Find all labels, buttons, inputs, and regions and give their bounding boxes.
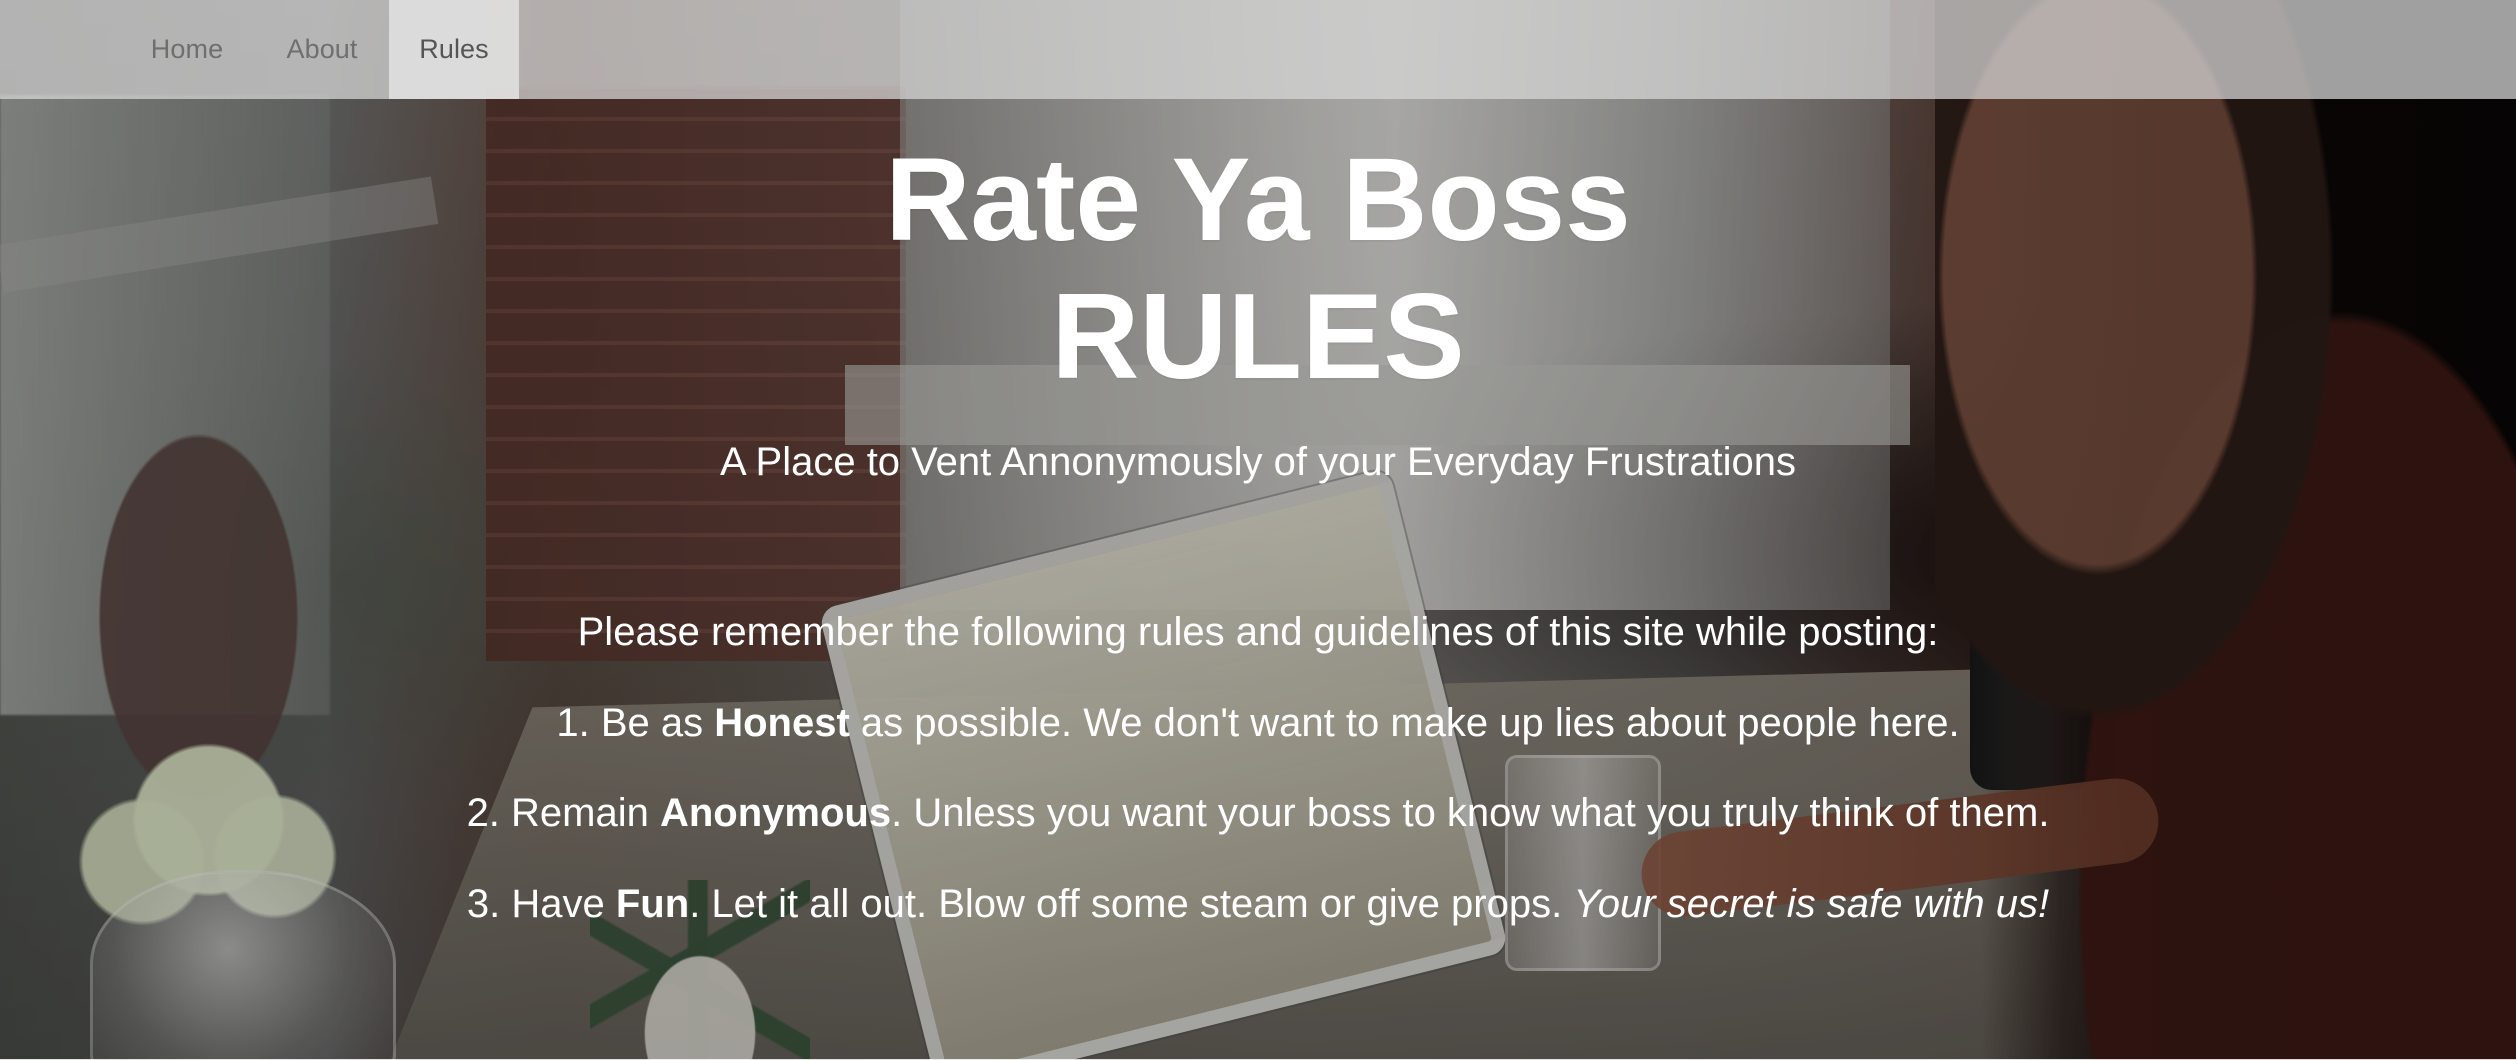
rule-fun-suffix: . Let it all out. Blow off some steam or…	[689, 882, 1574, 926]
rules-hero-content: Rate Ya Boss RULES A Place to Vent Annon…	[0, 0, 2516, 1060]
hero-background: Home About Rules Rate Ya Boss RULES A Pl…	[0, 0, 2516, 1060]
rule-anonymous-emphasis: Anonymous	[659, 791, 892, 835]
rule-anonymous-suffix: . Unless you want your boss to know what…	[891, 791, 2050, 835]
site-subtitle: A Place to Vent Annonymously of your Eve…	[719, 440, 1797, 484]
rule-honest-prefix: 1. Be as	[556, 701, 715, 745]
rule-fun-secret-note: Your secret is safe with us!	[1573, 882, 2050, 926]
rule-honest-emphasis: Honest	[714, 701, 850, 745]
page-heading: RULES	[1051, 268, 1465, 404]
rules-intro: Please remember the following rules and …	[577, 610, 1939, 654]
site-title: Rate Ya Boss	[885, 134, 1631, 266]
rule-honest-suffix: as possible. We don't want to make up li…	[849, 701, 1960, 745]
rule-fun: 3. Have Fun. Let it all out. Blow off so…	[0, 877, 2516, 931]
rule-fun-prefix: 3. Have	[466, 882, 616, 926]
rule-anonymous: 2. Remain Anonymous. Unless you want you…	[0, 786, 2516, 840]
rule-fun-emphasis: Fun	[615, 882, 690, 926]
rule-honest: 1. Be as Honest as possible. We don't wa…	[0, 696, 2516, 750]
rule-anonymous-prefix: 2. Remain	[466, 791, 660, 835]
